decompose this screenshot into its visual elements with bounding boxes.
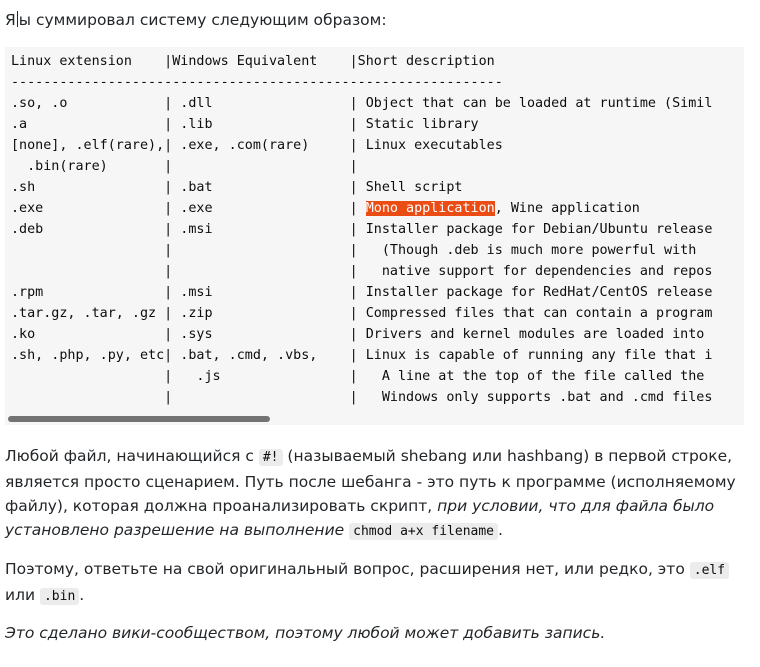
answer-body: Яы суммировал систему следующим образом:… bbox=[0, 0, 760, 667]
p1-text-1: Любой файл, начинающийся с bbox=[5, 447, 259, 465]
inline-code-shebang: #! bbox=[258, 449, 283, 466]
code-line-exe-suffix: , Wine application bbox=[494, 201, 640, 216]
code-content: Linux extension |Windows Equivalent |Sho… bbox=[5, 47, 744, 408]
p2-text-1: Поэтому, ответьте на свой оригинальный в… bbox=[5, 560, 690, 578]
wiki-note-emphasis: Это сделано вики-сообществом, поэтому лю… bbox=[5, 624, 606, 642]
code-line-exe-prefix: .exe | .exe | bbox=[11, 201, 366, 216]
paragraph-shebang: Любой файл, начинающийся с #! (называемы… bbox=[5, 444, 740, 544]
text-cursor-icon bbox=[16, 11, 18, 27]
paragraph-answer: Поэтому, ответьте на свой оригинальный в… bbox=[5, 557, 740, 609]
intro-text-rest: ы суммировал систему следующим образом: bbox=[18, 11, 387, 29]
code-lines-before: Linux extension |Windows Equivalent |Sho… bbox=[11, 54, 713, 195]
code-lines-after: .deb | .msi | Installer package for Debi… bbox=[11, 222, 713, 405]
code-block[interactable]: Linux extension |Windows Equivalent |Sho… bbox=[5, 47, 744, 425]
p1-period: . bbox=[498, 521, 503, 539]
paragraph-wiki-note: Это сделано вики-сообществом, поэтому лю… bbox=[5, 621, 740, 645]
horizontal-scrollbar[interactable] bbox=[8, 416, 270, 422]
p2-period: . bbox=[79, 586, 85, 604]
inline-code-bin: .bin bbox=[39, 588, 80, 605]
inline-code-chmod: chmod a+x filename bbox=[349, 523, 499, 540]
inline-code-elf: .elf bbox=[689, 562, 730, 579]
p2-text-2: или bbox=[5, 586, 40, 604]
highlighted-text: Mono application bbox=[365, 201, 495, 216]
intro-text-start: Я bbox=[5, 11, 16, 29]
code-line-exe: .exe | .exe | Mono application, Wine app… bbox=[11, 201, 640, 216]
intro-text: Яы суммировал систему следующим образом: bbox=[5, 10, 387, 30]
